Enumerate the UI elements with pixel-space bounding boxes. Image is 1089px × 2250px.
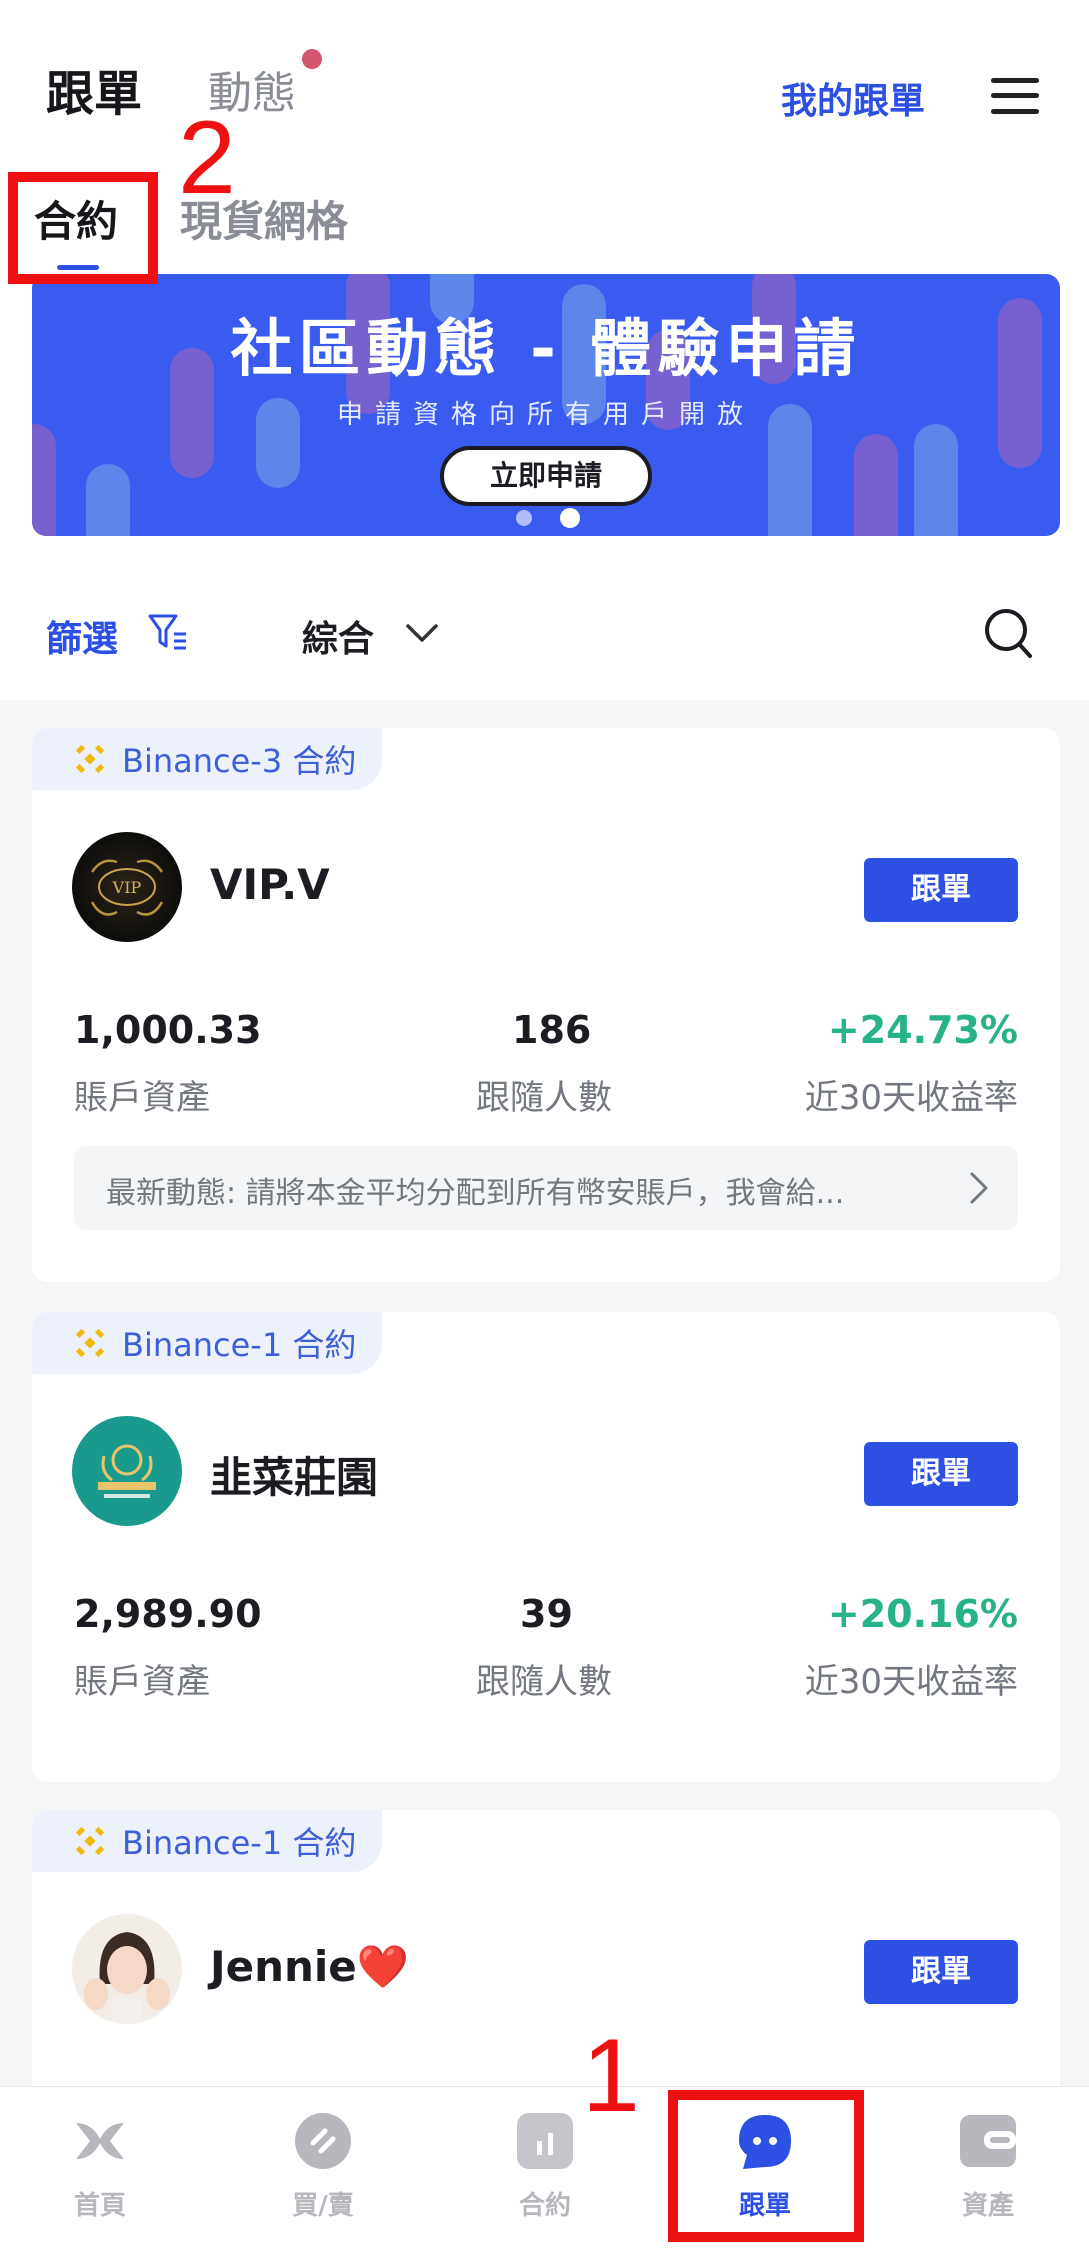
filter-icon[interactable] xyxy=(146,610,190,654)
trader-name[interactable]: VIP.V xyxy=(210,860,330,909)
nav-label: 資產 xyxy=(961,2191,1014,2221)
annotation-number-2: 2 xyxy=(178,100,236,216)
home-icon xyxy=(76,2123,124,2159)
binance-icon xyxy=(75,744,105,774)
bottom-nav: 首頁 買/賣 合約 跟單 資產 xyxy=(0,2086,1089,2250)
my-copy-trades-link[interactable]: 我的跟單 xyxy=(781,72,925,124)
header: 跟單 動態 我的跟單 合約 現貨網格 社區動態 - 體驗申請 申請資格向所有用戶… xyxy=(0,0,1089,700)
followers-value: 39 xyxy=(520,1592,573,1636)
roi-label: 近30天收益率 xyxy=(804,1078,1018,1118)
trader-name[interactable]: 韭菜莊園 xyxy=(210,1444,378,1505)
svg-text:VIP: VIP xyxy=(112,878,142,897)
binance-icon xyxy=(75,1328,105,1358)
notification-dot xyxy=(302,49,322,69)
filter-button[interactable]: 篩選 xyxy=(46,610,118,662)
nav-trade[interactable]: 買/賣 xyxy=(243,2111,403,2222)
exchange-tag-label: Binance-3 合約 xyxy=(122,742,357,780)
roi-value: +24.73% xyxy=(827,1008,1018,1052)
trade-icon xyxy=(295,2113,351,2169)
contract-icon xyxy=(517,2113,573,2169)
latest-news-text: 最新動態: 請將本金平均分配到所有幣安賬戶，我會給... xyxy=(106,1176,845,1211)
follow-button[interactable]: 跟單 xyxy=(864,858,1018,922)
latest-news[interactable]: 最新動態: 請將本金平均分配到所有幣安賬戶，我會給... xyxy=(74,1146,1018,1230)
account-assets-value: 2,989.90 xyxy=(74,1592,262,1636)
nav-assets[interactable]: 資產 xyxy=(908,2111,1068,2222)
exchange-tag: Binance-1 合約 xyxy=(32,1810,383,1872)
exchange-tag: Binance-3 合約 xyxy=(32,728,383,790)
copy-trade-page: 跟單 動態 我的跟單 合約 現貨網格 社區動態 - 體驗申請 申請資格向所有用戶… xyxy=(0,0,1089,2250)
trader-card[interactable]: Binance-1 合約 韭菜莊園 跟單 2,989.90 39 +20.16%… xyxy=(32,1312,1060,1782)
banner-title: 社區動態 - 體驗申請 xyxy=(230,312,862,385)
banner-subtitle: 申請資格向所有用戶開放 xyxy=(336,400,755,430)
binance-icon xyxy=(75,1826,105,1856)
followers-label: 跟隨人數 xyxy=(476,1078,612,1118)
exchange-tag-label: Binance-1 合約 xyxy=(122,1824,357,1862)
chevron-down-icon[interactable] xyxy=(404,618,440,648)
avatar[interactable] xyxy=(72,1416,182,1526)
nav-label: 首頁 xyxy=(73,2191,126,2221)
apply-now-button[interactable]: 立即申請 xyxy=(440,446,652,506)
account-assets-value: 1,000.33 xyxy=(74,1008,262,1052)
chevron-right-icon xyxy=(970,1172,988,1204)
exchange-tag: Binance-1 合約 xyxy=(32,1312,383,1374)
account-assets-label: 賬戶資產 xyxy=(74,1662,210,1702)
nav-label: 買/賣 xyxy=(292,2191,354,2221)
account-assets-label: 賬戶資產 xyxy=(74,1078,210,1118)
exchange-tag-label: Binance-1 合約 xyxy=(122,1326,357,1364)
roi-value: +20.16% xyxy=(827,1592,1018,1636)
sort-dropdown[interactable]: 綜合 xyxy=(302,610,374,662)
trader-card[interactable]: Binance-3 合約 VIP VIP.V 跟單 1,000.33 186 +… xyxy=(32,728,1060,1282)
promo-banner[interactable]: 社區動態 - 體驗申請 申請資格向所有用戶開放 立即申請 xyxy=(32,274,1060,536)
annotation-number-1: 1 xyxy=(582,2018,640,2134)
wallet-icon xyxy=(960,2115,1016,2167)
tab-copy-trade[interactable]: 跟單 xyxy=(46,62,142,126)
avatar[interactable] xyxy=(72,1914,182,2024)
trader-name[interactable]: Jennie❤️ xyxy=(210,1942,409,1992)
follow-button[interactable]: 跟單 xyxy=(864,1940,1018,2004)
follow-button[interactable]: 跟單 xyxy=(864,1442,1018,1506)
annotation-box-subtab xyxy=(8,172,158,284)
avatar[interactable]: VIP xyxy=(72,832,182,942)
nav-home[interactable]: 首頁 xyxy=(20,2111,180,2222)
nav-label: 合約 xyxy=(518,2191,571,2221)
followers-value: 186 xyxy=(512,1008,592,1052)
annotation-box-nav xyxy=(668,2090,864,2242)
search-icon[interactable] xyxy=(984,606,1034,660)
followers-label: 跟隨人數 xyxy=(476,1662,612,1702)
menu-icon[interactable] xyxy=(991,76,1039,116)
trader-card[interactable]: Binance-1 合約 Jennie❤️ 跟單 xyxy=(32,1810,1060,2110)
roi-label: 近30天收益率 xyxy=(804,1662,1018,1702)
